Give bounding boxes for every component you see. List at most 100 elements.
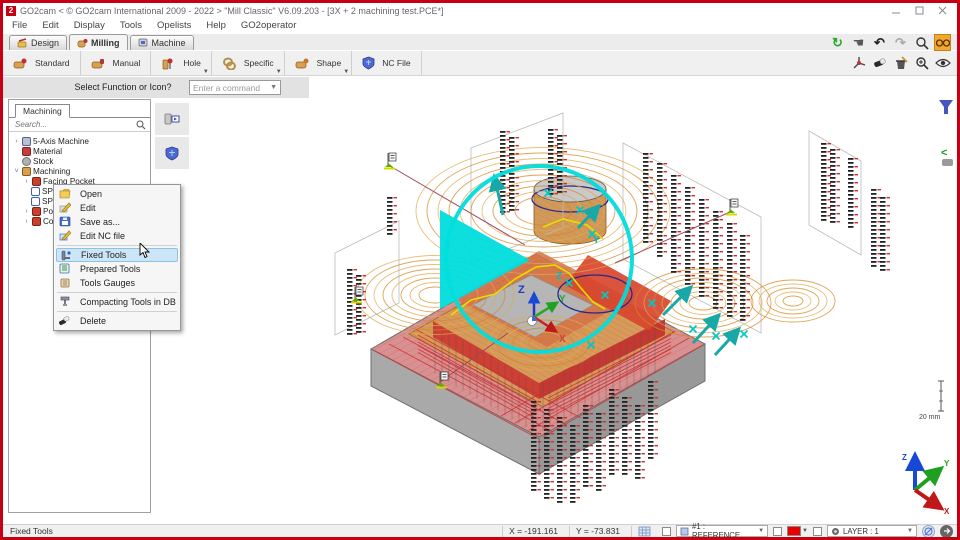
tree-item-stock[interactable]: Stock [9, 156, 150, 166]
filter-icon[interactable] [939, 100, 953, 114]
expand-arrow-icon[interactable]: › [23, 208, 30, 215]
menu-item-delete[interactable]: Delete [56, 314, 178, 328]
menu-item-save-as[interactable]: Save as... [56, 215, 178, 229]
specific-label: Specific [244, 58, 274, 68]
menu-display[interactable]: Display [74, 20, 105, 31]
minimize-button[interactable] [892, 6, 901, 15]
collapse-chevron-icon[interactable]: < [941, 147, 953, 166]
sidebar-tab-machining[interactable]: Machining [15, 104, 70, 118]
menu-opelists[interactable]: Opelists [157, 20, 191, 31]
color-checkbox[interactable] [773, 527, 782, 536]
tab-design[interactable]: Design [9, 35, 67, 50]
expand-arrow-icon[interactable]: › [13, 138, 20, 145]
layer-dropdown[interactable]: LAYER : 1 ▼ [827, 525, 917, 537]
command-combobox[interactable]: Enter a command ▼ [189, 80, 281, 95]
delete-draw-icon[interactable] [892, 54, 909, 71]
machining-icon [22, 167, 31, 176]
tree-item-machining[interactable]: ˅ Machining [9, 166, 150, 176]
menu-go2operator[interactable]: GO2operator [241, 20, 296, 31]
edit-nc-icon [59, 230, 71, 243]
nc-file-icon [362, 56, 375, 70]
milling-toolbar: Standard Manual Hole ▼ Specific ▼ Shape … [3, 50, 957, 76]
reference-dropdown[interactable]: #1 : REFERENCE ▼ [676, 525, 768, 537]
tab-milling[interactable]: Milling [69, 34, 128, 50]
shape-button[interactable]: Shape ▼ [285, 51, 353, 75]
command-label: Select Function or Icon? [43, 82, 203, 92]
grid-toggle[interactable] [631, 526, 657, 537]
menu-item-edit-nc-file[interactable]: Edit NC file [56, 229, 178, 243]
viewport-3d-scene[interactable]: Z Y X Z Y 20 mm Z Y X [153, 93, 958, 523]
scale-bar: 20 mm [919, 381, 944, 421]
expand-arrow-icon[interactable]: › [23, 218, 30, 225]
manual-icon [91, 57, 106, 70]
grid-icon [638, 526, 651, 537]
hole-button[interactable]: Hole ▼ [151, 51, 211, 75]
simulation-icon [164, 112, 180, 126]
title-bar: 2 GO2cam < © GO2cam International 2009 -… [3, 3, 957, 18]
view-orbit-button[interactable] [922, 525, 935, 538]
menu-separator [57, 311, 177, 312]
menu-item-label: Edit [80, 203, 96, 213]
drill-icon [31, 187, 40, 196]
menu-item-edit[interactable]: Edit [56, 201, 178, 215]
machine-axes-icon[interactable] [850, 54, 867, 71]
pointer-hand-icon[interactable]: ☚ [850, 34, 867, 51]
specific-dropdown-icon[interactable]: ▼ [276, 69, 282, 75]
reference-checkbox[interactable] [662, 527, 671, 536]
eraser-icon[interactable] [871, 54, 888, 71]
svg-text:<: < [941, 147, 947, 159]
menu-item-tools-gauges[interactable]: Tools Gauges [56, 276, 178, 290]
collapse-arrow-icon[interactable]: ˅ [13, 168, 20, 175]
glasses-icon[interactable] [934, 34, 951, 51]
redo-icon[interactable]: ↷ [892, 34, 909, 51]
tab-machine-label: Machine [152, 38, 186, 48]
cursor-arrow-icon [139, 243, 151, 259]
svg-text:Y: Y [593, 235, 600, 246]
undo-icon[interactable]: ↶ [871, 34, 888, 51]
reference-value: #1 : REFERENCE [692, 522, 755, 540]
svg-text:Z: Z [902, 453, 907, 462]
close-button[interactable] [938, 6, 947, 15]
menu-item-label: Open [80, 189, 102, 199]
nc-file-button[interactable]: NC File [352, 51, 421, 75]
search-input[interactable] [13, 119, 136, 130]
standard-button[interactable]: Standard [3, 51, 81, 75]
menu-item-prepared-tools[interactable]: Prepared Tools [56, 262, 178, 276]
nc-panel-button[interactable] [155, 137, 189, 169]
tab-machine[interactable]: Machine [130, 35, 194, 50]
specific-button[interactable]: Specific ▼ [212, 51, 285, 75]
zoom-icon[interactable] [913, 34, 930, 51]
help-button[interactable] [940, 525, 953, 538]
standard-label: Standard [35, 58, 70, 68]
menu-item-fixed-tools[interactable]: Fixed Tools [56, 248, 178, 262]
tree-item-5axis-machine[interactable]: › 5-Axis Machine [9, 136, 150, 146]
menu-item-label: Tools Gauges [80, 278, 135, 288]
layer-checkbox[interactable] [813, 527, 822, 536]
color-dropdown-icon[interactable]: ▼ [802, 528, 808, 534]
manual-button[interactable]: Manual [81, 51, 152, 75]
menu-edit[interactable]: Edit [42, 20, 58, 31]
hole-dropdown-icon[interactable]: ▼ [203, 69, 209, 75]
expand-arrow-icon[interactable]: › [23, 178, 30, 185]
simulation-panel-button[interactable] [155, 103, 189, 135]
zoom-target-icon[interactable] [913, 54, 930, 71]
menu-item-compacting-tools[interactable]: Compacting Tools in DB [56, 295, 178, 309]
rotate-view-icon[interactable]: ↻ [829, 34, 846, 51]
tree-item-material[interactable]: Material [9, 146, 150, 156]
machine-tab-icon [138, 38, 149, 48]
eye-icon[interactable] [934, 54, 951, 71]
svg-text:X: X [944, 507, 950, 516]
search-box[interactable] [9, 118, 150, 132]
window-title: GO2cam < © GO2cam International 2009 - 2… [20, 6, 443, 16]
menu-item-open[interactable]: Open [56, 187, 178, 201]
maximize-button[interactable] [915, 6, 924, 15]
milling-tab-icon [77, 38, 88, 48]
color-swatch[interactable] [787, 526, 801, 536]
menu-tools[interactable]: Tools [120, 20, 142, 31]
svg-text:Z: Z [556, 271, 562, 282]
shape-dropdown-icon[interactable]: ▼ [343, 69, 349, 75]
go2cam-logo-icon: 2 [6, 6, 16, 16]
operation-icon [32, 217, 41, 226]
menu-file[interactable]: File [12, 20, 27, 31]
menu-help[interactable]: Help [206, 20, 226, 31]
